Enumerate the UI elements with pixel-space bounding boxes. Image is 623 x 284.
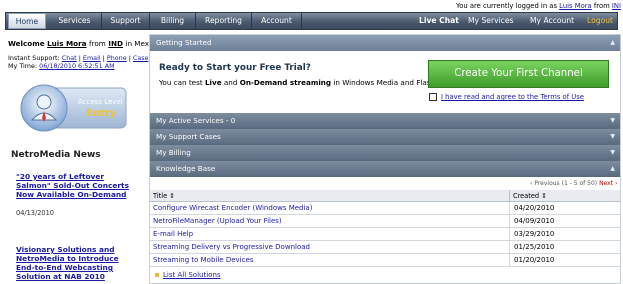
section-label: Knowledge Base [156, 164, 216, 173]
tab-home[interactable]: Home [8, 13, 46, 29]
create-channel-button[interactable]: Create Your First Channel [428, 60, 609, 88]
welcome-company[interactable]: IND [108, 39, 123, 48]
trial-ondemand: On-Demand streaming [239, 78, 332, 87]
instant-support: Instant Support: Chat | Email | Phone | … [8, 54, 149, 62]
prev-icon[interactable]: ‹ [530, 180, 532, 187]
support-email-link[interactable]: Email [83, 54, 101, 62]
welcome-from: from [89, 39, 106, 48]
welcome-label: Welcome [8, 39, 45, 48]
tab-support[interactable]: Support [102, 13, 150, 29]
col-created[interactable]: Created ⇕ [509, 190, 620, 202]
col-title-label: Title [153, 192, 168, 200]
live-chat-link[interactable]: Live Chat [419, 13, 459, 29]
sidebar: Welcome Luis Mora from IND in Mexico Ins… [8, 32, 159, 284]
pager-next[interactable]: Next [599, 180, 613, 187]
pager-info: (1 - 5 of 50) [561, 180, 598, 187]
badge-title: Access Level [78, 98, 123, 106]
section-support-cases[interactable]: My Support Cases ▼ [150, 129, 620, 145]
trial-text: You can test Live and On-Demand streamin… [159, 78, 437, 87]
table-row[interactable]: Configure Wirecast Encoder (Windows Medi… [150, 202, 620, 215]
collapse-icon[interactable]: ▲ [610, 35, 615, 51]
terms-row: I have read and agree to the Terms of Us… [429, 93, 584, 101]
support-label: Instant Support: [8, 54, 60, 62]
badge-level: Entry [86, 108, 117, 119]
getting-started-label: Getting Started [156, 38, 212, 47]
news-heading: NetroMedia News [11, 150, 101, 160]
collapse-icon[interactable]: ▲ [610, 161, 615, 177]
tab-billing[interactable]: Billing [150, 13, 196, 29]
row-date: 04/20/2010 [509, 202, 620, 215]
trial-text-1: You can test [159, 78, 203, 87]
news-date: 04/13/2010 [16, 209, 55, 217]
section-active-services[interactable]: My Active Services - 0 ▼ [150, 113, 620, 129]
row-title[interactable]: NetroFileManager (Upload Your Files) [153, 215, 282, 228]
support-phone-link[interactable]: Phone [107, 54, 127, 62]
section-knowledge-base[interactable]: Knowledge Base ▲ [150, 161, 620, 177]
tab-account[interactable]: Account [252, 13, 302, 29]
pager-prev[interactable]: Previous [534, 180, 559, 187]
section-label: My Active Services - 0 [156, 116, 236, 125]
getting-started-header[interactable]: Getting Started ▲ [150, 35, 620, 51]
table-row[interactable]: NetroFileManager (Upload Your Files) 04/0… [150, 215, 620, 228]
trial-text-2: in Windows Media and Flash. [333, 78, 438, 87]
section-label: My Billing [156, 148, 191, 157]
row-title[interactable]: Streaming to Mobile Devices [153, 254, 253, 267]
my-account-link[interactable]: My Account [530, 13, 574, 29]
support-chat-link[interactable]: Chat [62, 54, 77, 62]
expand-icon[interactable]: ▼ [610, 129, 615, 145]
expand-icon[interactable]: ▼ [610, 145, 615, 161]
news-item: Visionary Solutions and NetroMedia to In… [16, 245, 138, 281]
tab-reporting[interactable]: Reporting [196, 13, 252, 29]
terms-link[interactable]: I have read and agree to the Terms of Us… [441, 93, 584, 101]
row-title[interactable]: Streaming Delivery vs Progressive Downlo… [153, 241, 310, 254]
login-company-link[interactable]: INI [612, 2, 621, 10]
news-headline-link[interactable]: Visionary Solutions and NetroMedia to In… [16, 245, 119, 281]
login-user-link[interactable]: Luis Mora [559, 2, 592, 10]
main-nav: Home Services Support Billing Reporting … [5, 12, 618, 30]
trial-and: and [223, 78, 238, 87]
table-header: Title ⇕ Created ⇕ [150, 190, 620, 202]
sort-icon[interactable]: ⇕ [169, 192, 175, 200]
section-billing[interactable]: My Billing ▼ [150, 145, 620, 161]
news-item: "20 years of Leftover Salmon" Sold-Out C… [16, 172, 138, 199]
table-row[interactable]: Streaming to Mobile Devices 01/20/2010 [150, 254, 620, 267]
list-all-row: List All Solutions [155, 271, 221, 279]
col-created-label: Created [513, 192, 540, 200]
row-title[interactable]: Configure Wirecast Encoder (Windows Medi… [153, 202, 312, 215]
row-date: 04/09/2010 [509, 215, 620, 228]
list-all-solutions-link[interactable]: List All Solutions [163, 271, 221, 279]
tab-services[interactable]: Services [48, 13, 102, 29]
welcome-line: Welcome Luis Mora from IND in Mexico [8, 39, 159, 48]
login-status: You are currently logged in as Luis Mora… [0, 0, 623, 12]
terms-checkbox[interactable] [429, 93, 437, 101]
row-date: 03/29/2010 [509, 228, 620, 241]
my-services-link[interactable]: My Services [468, 13, 513, 29]
row-date: 01/20/2010 [509, 254, 620, 267]
next-icon[interactable]: › [615, 180, 617, 187]
support-case-link[interactable]: Case [133, 54, 149, 62]
table-row[interactable]: Streaming Delivery vs Progressive Downlo… [150, 241, 620, 254]
login-from: from [593, 2, 610, 10]
col-title[interactable]: Title ⇕ [153, 190, 175, 202]
time-label: My Time: [8, 62, 38, 70]
trial-title: Ready to Start your Free Trial? [159, 63, 311, 73]
login-prefix: You are currently logged in as [455, 2, 557, 10]
news-headline-link[interactable]: "20 years of Leftover Salmon" Sold-Out C… [16, 172, 129, 199]
time-value[interactable]: 06/18/2010 6:52:51 AM [39, 62, 114, 70]
expand-icon[interactable]: ▼ [610, 113, 615, 129]
logout-link[interactable]: Logout [587, 13, 613, 29]
bullet-icon [155, 273, 159, 277]
trial-live: Live [204, 78, 222, 87]
pager: ‹ Previous (1 - 5 of 50) Next › [530, 180, 617, 187]
main-panel: Getting Started ▲ Ready to Start your Fr… [149, 34, 621, 284]
row-title[interactable]: E-mail Help [153, 228, 193, 241]
table-row[interactable]: E-mail Help 03/29/2010 [150, 228, 620, 241]
my-time: My Time: 06/18/2010 6:52:51 AM [8, 62, 146, 70]
section-label: My Support Cases [156, 132, 221, 141]
sort-icon[interactable]: ⇕ [541, 192, 547, 200]
welcome-user[interactable]: Luis Mora [47, 39, 86, 48]
row-date: 01/25/2010 [509, 241, 620, 254]
